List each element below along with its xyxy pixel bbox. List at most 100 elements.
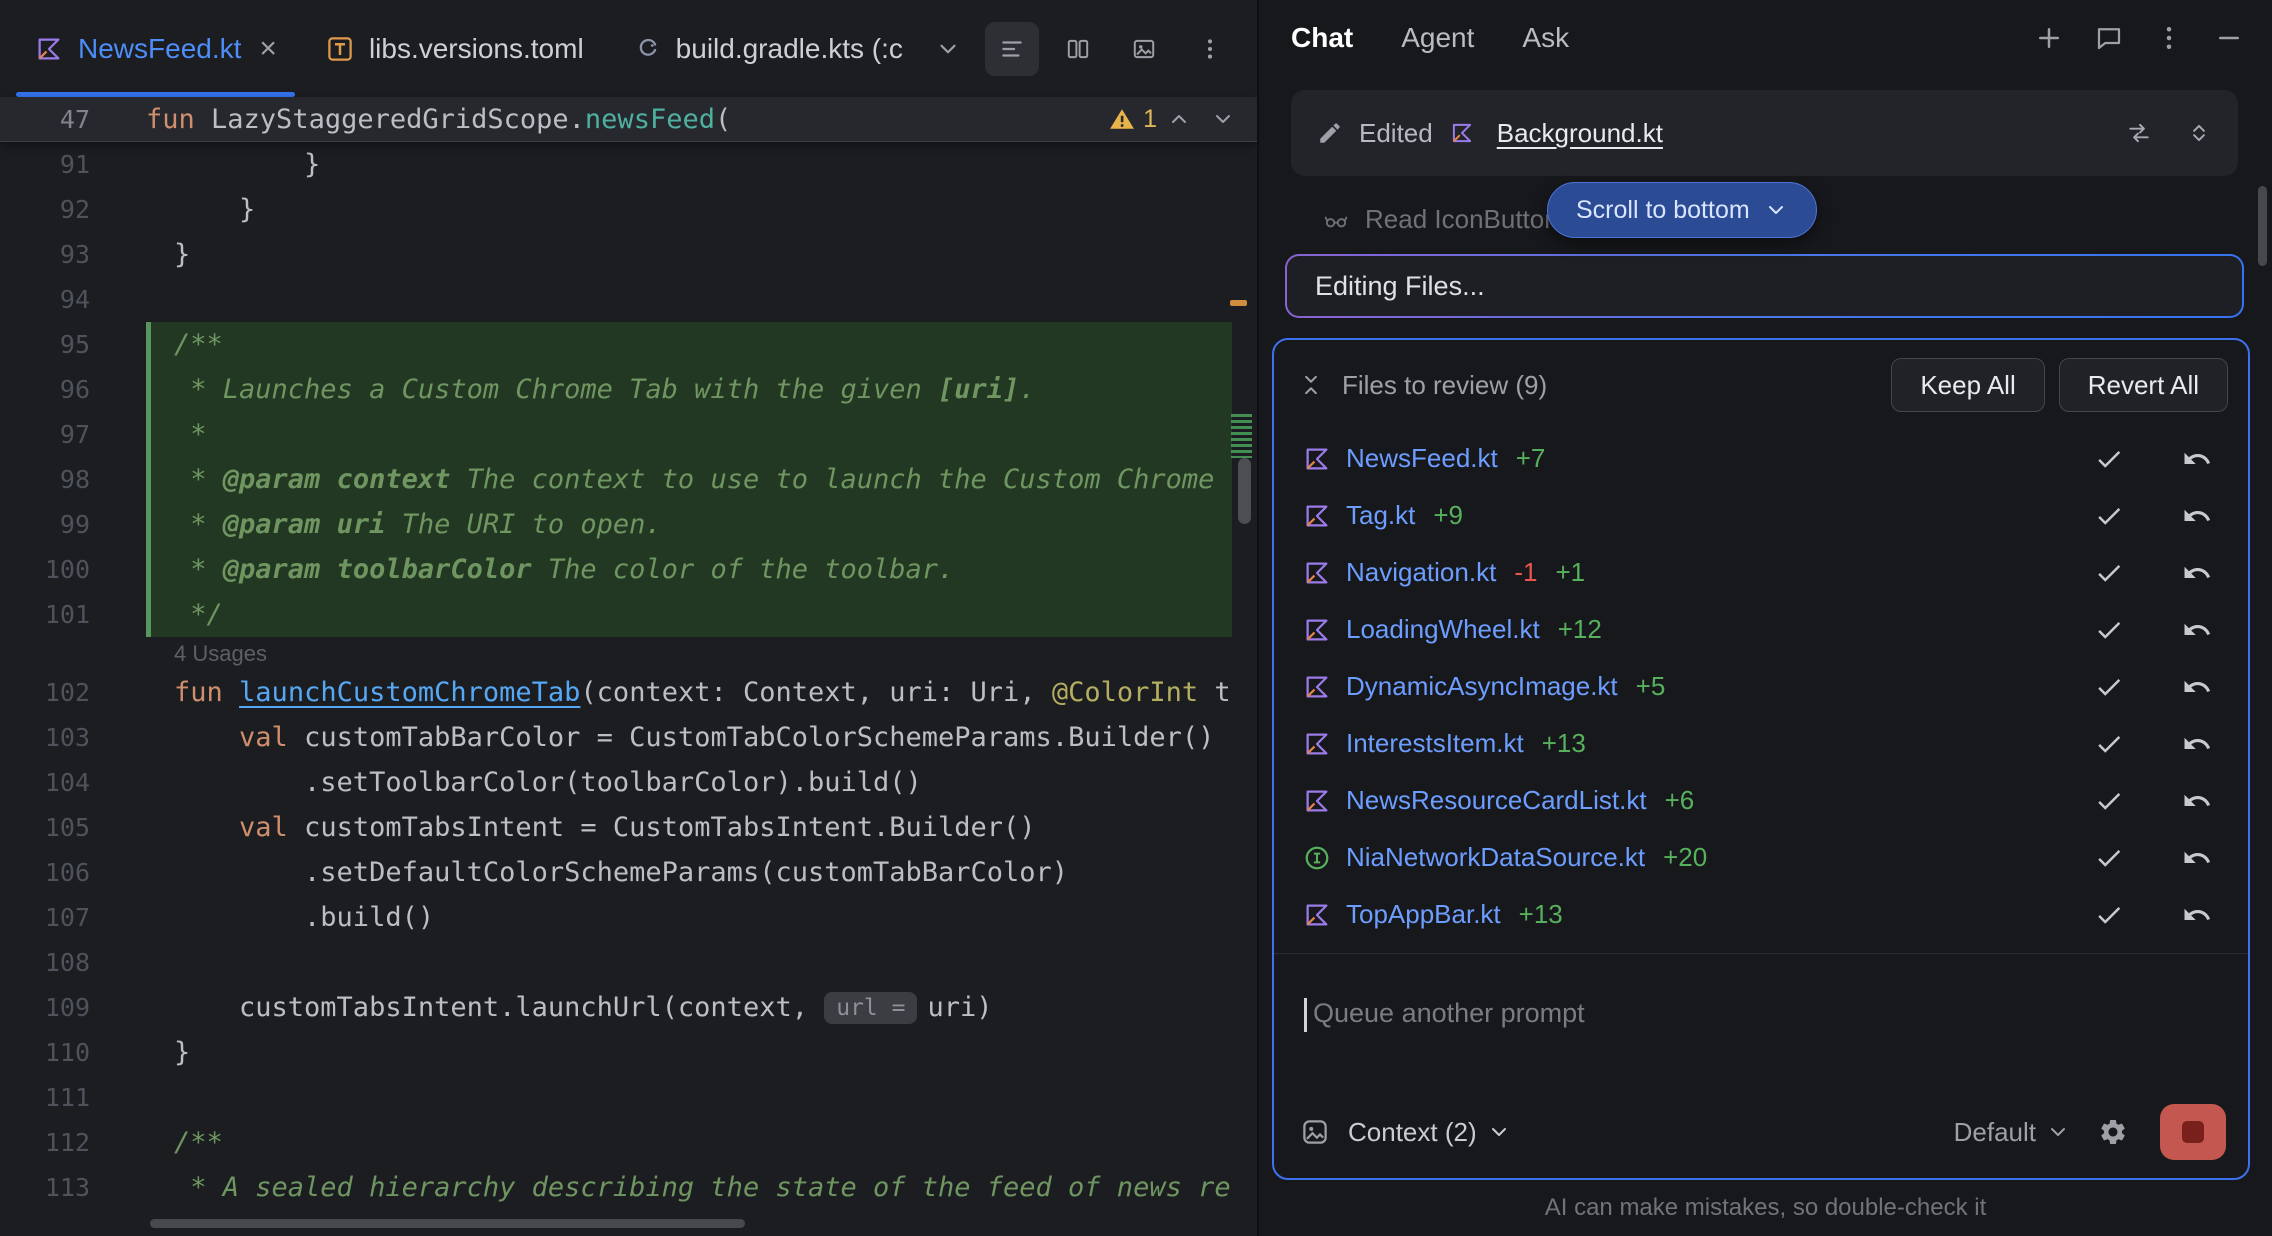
file-name-link[interactable]: Navigation.kt	[1346, 557, 1496, 588]
code-line[interactable]: 106 .setDefaultColorSchemeParams(customT…	[0, 850, 1257, 895]
file-review-row[interactable]: Tag.kt+9	[1274, 487, 2248, 544]
code-line[interactable]: 103 val customTabBarColor = CustomTabCol…	[0, 715, 1257, 760]
model-selector[interactable]: Default	[1954, 1117, 2070, 1148]
code-line[interactable]: 108	[0, 940, 1257, 985]
revert-undo-icon[interactable]	[2182, 444, 2212, 474]
code-line[interactable]: 98 * @param context The context to use t…	[0, 457, 1257, 502]
accept-check-icon[interactable]	[2094, 786, 2124, 816]
context-selector[interactable]: Context (2)	[1348, 1117, 1511, 1148]
vertical-scrollbar[interactable]	[1238, 458, 1251, 524]
usages-hint[interactable]: 4 Usages	[0, 637, 1257, 670]
chevron-down-icon	[2046, 1120, 2070, 1144]
tab-ask[interactable]: Ask	[1522, 22, 1569, 54]
files-review-panel: Files to review (9) Keep All Revert All …	[1272, 338, 2250, 1180]
structure-list-icon[interactable]	[985, 22, 1039, 76]
revert-undo-icon[interactable]	[2182, 729, 2212, 759]
edited-file-card[interactable]: Edited Background.kt	[1291, 90, 2238, 176]
file-name-link[interactable]: TopAppBar.kt	[1346, 899, 1501, 930]
revert-all-button[interactable]: Revert All	[2059, 358, 2228, 412]
file-review-row[interactable]: NewsFeed.kt+7	[1274, 430, 2248, 487]
chat-history-icon[interactable]	[2094, 23, 2124, 53]
code-line[interactable]: 99 * @param uri The URI to open.	[0, 502, 1257, 547]
accept-check-icon[interactable]	[2094, 444, 2124, 474]
attach-image-icon[interactable]	[1300, 1117, 1330, 1147]
sticky-header-line[interactable]: 47 fun LazyStaggeredGridScope.newsFeed( …	[0, 97, 1257, 142]
prompt-input[interactable]: Queue another prompt	[1274, 954, 2248, 1104]
tab-agent[interactable]: Agent	[1401, 22, 1474, 54]
file-review-row[interactable]: Navigation.kt-1+1	[1274, 544, 2248, 601]
accept-check-icon[interactable]	[2094, 672, 2124, 702]
code-line[interactable]: 100 * @param toolbarColor The color of t…	[0, 547, 1257, 592]
file-review-row[interactable]: DynamicAsyncImage.kt+5	[1274, 658, 2248, 715]
accept-check-icon[interactable]	[2094, 558, 2124, 588]
collapse-icon[interactable]	[1298, 372, 1324, 398]
code-line[interactable]: 110}	[0, 1030, 1257, 1075]
stop-button[interactable]	[2160, 1104, 2226, 1160]
accept-check-icon[interactable]	[2094, 900, 2124, 930]
code-line[interactable]: 104 .setToolbarColor(toolbarColor).build…	[0, 760, 1257, 805]
split-editor-icon[interactable]	[1051, 22, 1105, 76]
settings-gear-icon[interactable]	[2098, 1117, 2128, 1147]
scroll-to-bottom-button[interactable]: Scroll to bottom	[1547, 182, 1817, 238]
edited-file-link[interactable]: Background.kt	[1497, 118, 1663, 149]
more-options-icon[interactable]	[1183, 22, 1237, 76]
file-name-link[interactable]: NiaNetworkDataSource.kt	[1346, 842, 1645, 873]
file-review-row[interactable]: NewsResourceCardList.kt+6	[1274, 772, 2248, 829]
accept-check-icon[interactable]	[2094, 843, 2124, 873]
chat-scrollbar[interactable]	[2258, 186, 2267, 266]
code-line[interactable]: 113 * A sealed hierarchy describing the …	[0, 1165, 1257, 1210]
code-line[interactable]: 111	[0, 1075, 1257, 1120]
revert-undo-icon[interactable]	[2182, 501, 2212, 531]
tab-newsfeed[interactable]: NewsFeed.kt ×	[10, 0, 301, 97]
revert-undo-icon[interactable]	[2182, 900, 2212, 930]
screenshot-image-icon[interactable]	[1117, 22, 1171, 76]
expand-collapse-icon[interactable]	[2186, 120, 2212, 146]
file-name-link[interactable]: NewsFeed.kt	[1346, 443, 1498, 474]
hidden-tabs-dropdown-icon[interactable]	[927, 0, 969, 97]
file-review-row[interactable]: InterestsItem.kt+13	[1274, 715, 2248, 772]
tab-build-gradle[interactable]: build.gradle.kts (:c	[608, 0, 927, 97]
prev-issue-icon[interactable]	[1157, 107, 1201, 131]
code-line[interactable]: 105 val customTabsIntent = CustomTabsInt…	[0, 805, 1257, 850]
tab-libs-versions[interactable]: libs.versions.toml	[301, 0, 608, 97]
code-line[interactable]: 112/**	[0, 1120, 1257, 1165]
accept-check-icon[interactable]	[2094, 729, 2124, 759]
accept-check-icon[interactable]	[2094, 501, 2124, 531]
tab-chat[interactable]: Chat	[1291, 22, 1353, 54]
file-name-link[interactable]: InterestsItem.kt	[1346, 728, 1524, 759]
new-chat-icon[interactable]	[2034, 23, 2064, 53]
horizontal-scrollbar[interactable]	[150, 1219, 745, 1228]
code-line[interactable]: 93}	[0, 232, 1257, 277]
more-options-icon[interactable]	[2154, 23, 2184, 53]
minimize-icon[interactable]	[2214, 23, 2244, 53]
file-review-row[interactable]: LoadingWheel.kt+12	[1274, 601, 2248, 658]
revert-undo-icon[interactable]	[2182, 672, 2212, 702]
file-name-link[interactable]: NewsResourceCardList.kt	[1346, 785, 1647, 816]
accept-check-icon[interactable]	[2094, 615, 2124, 645]
code-line[interactable]: 97 *	[0, 412, 1257, 457]
keep-all-button[interactable]: Keep All	[1891, 358, 2044, 412]
code-line[interactable]: 109 customTabsIntent.launchUrl(context, …	[0, 985, 1257, 1030]
revert-undo-icon[interactable]	[2182, 843, 2212, 873]
code-line[interactable]: 91 }	[0, 142, 1257, 187]
code-line[interactable]: 95/**	[0, 322, 1257, 367]
file-name-link[interactable]: Tag.kt	[1346, 500, 1415, 531]
revert-undo-icon[interactable]	[2182, 558, 2212, 588]
revert-undo-icon[interactable]	[2182, 786, 2212, 816]
code-line[interactable]: 92 }	[0, 187, 1257, 232]
file-name-link[interactable]: DynamicAsyncImage.kt	[1346, 671, 1618, 702]
show-diff-icon[interactable]	[2126, 120, 2152, 146]
code-editor[interactable]: 91 }92 }93}9495/**96 * Launches a Custom…	[0, 142, 1257, 1210]
code-line[interactable]: 107 .build()	[0, 895, 1257, 940]
code-line[interactable]: 94	[0, 277, 1257, 322]
next-issue-icon[interactable]	[1201, 107, 1245, 131]
file-name-link[interactable]: LoadingWheel.kt	[1346, 614, 1540, 645]
revert-undo-icon[interactable]	[2182, 615, 2212, 645]
close-tab-icon[interactable]: ×	[259, 34, 277, 64]
file-review-row[interactable]: NiaNetworkDataSource.kt+20	[1274, 829, 2248, 886]
code-line[interactable]: 101 */	[0, 592, 1257, 637]
file-review-row[interactable]: TopAppBar.kt+13	[1274, 886, 2248, 943]
code-line[interactable]: 96 * Launches a Custom Chrome Tab with t…	[0, 367, 1257, 412]
code-line[interactable]: 102fun launchCustomChromeTab(context: Co…	[0, 670, 1257, 715]
warning-badge[interactable]: 1	[1109, 105, 1157, 134]
